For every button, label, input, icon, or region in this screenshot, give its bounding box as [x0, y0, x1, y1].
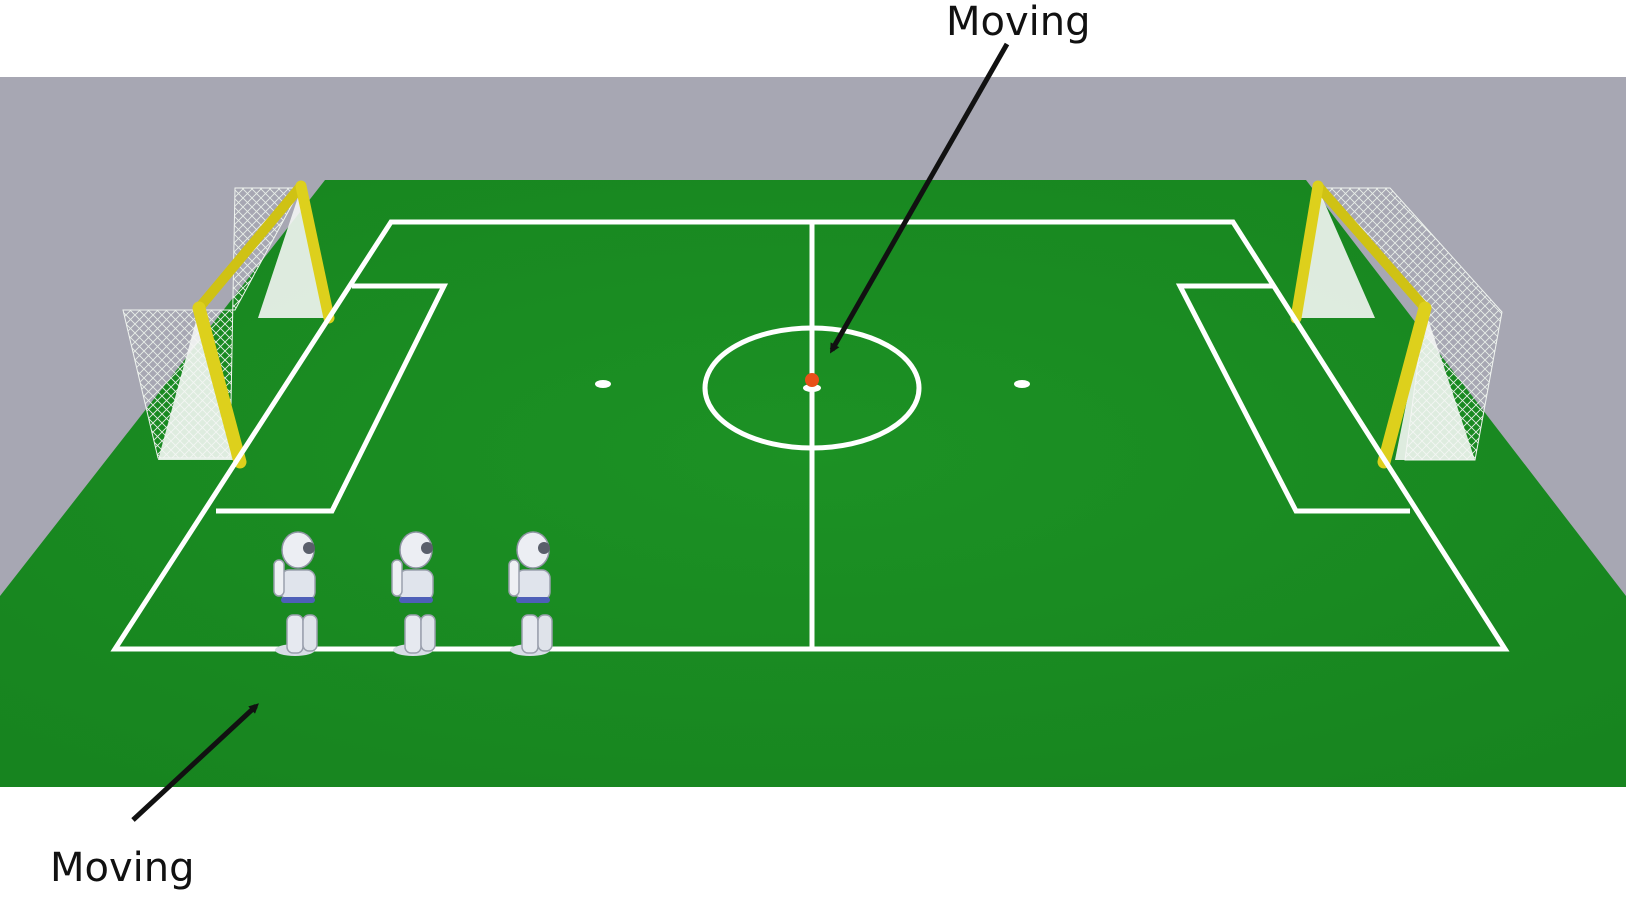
right-penalty-mark [1014, 380, 1030, 388]
soccer-field-scene [0, 42, 1626, 822]
left-penalty-mark [595, 380, 611, 388]
ball-body [805, 373, 819, 387]
robots-moving-label: Moving [50, 845, 195, 891]
ball-moving-label: Moving [946, 0, 1091, 45]
